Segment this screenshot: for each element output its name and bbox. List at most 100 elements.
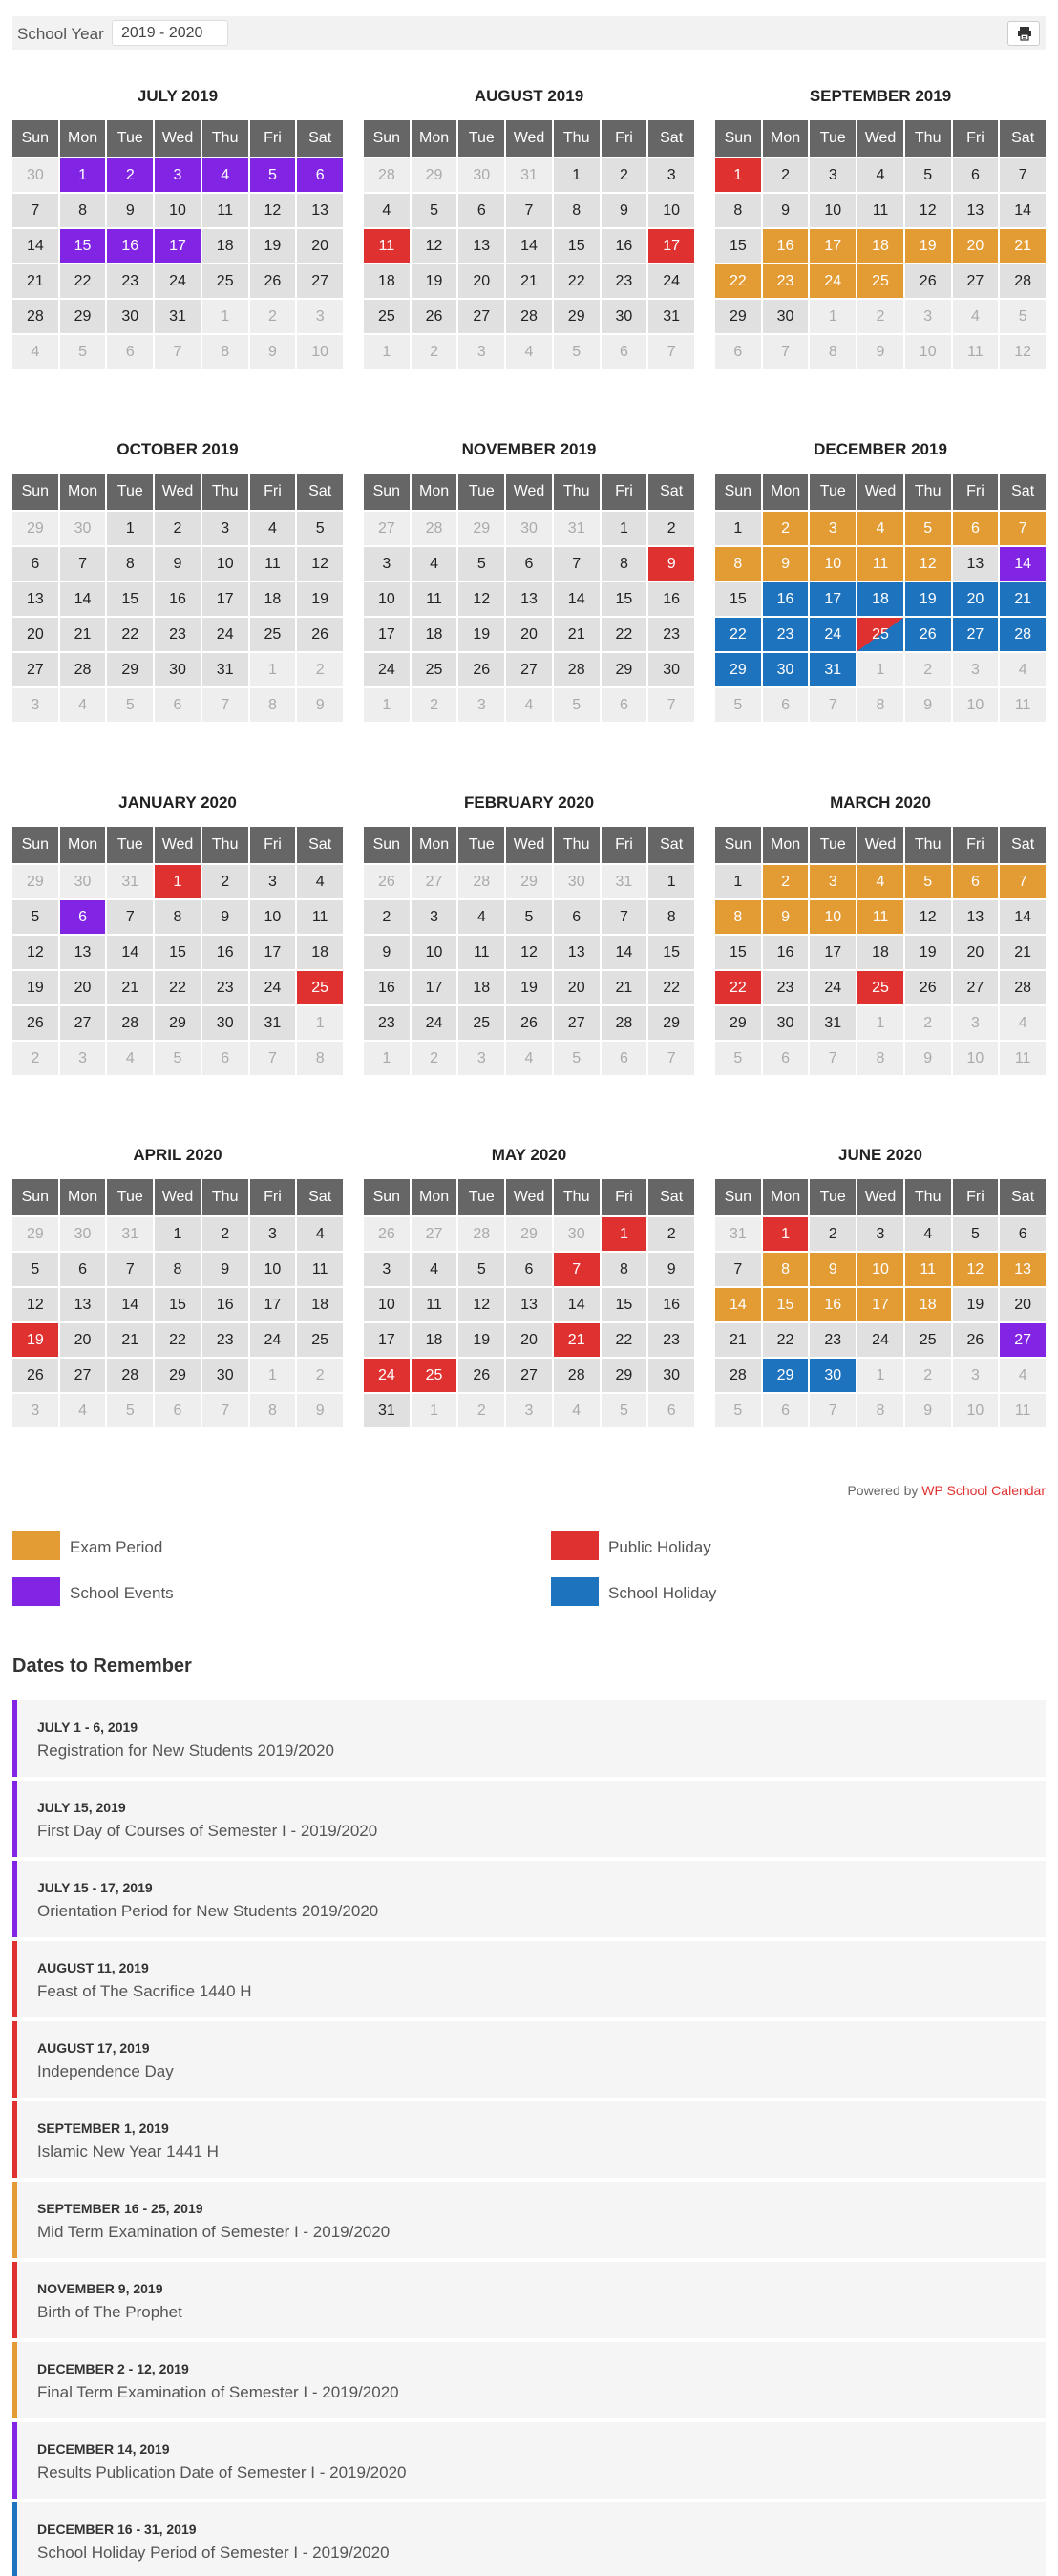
calendar-day-outside: 3: [12, 1394, 58, 1427]
calendar-day-outside: 9: [904, 1394, 951, 1427]
calendar-day: 17: [155, 229, 201, 263]
calendar-day: 14: [601, 936, 647, 969]
calendar-day-outside: 7: [762, 335, 809, 369]
calendar-day-outside: 8: [857, 1042, 903, 1075]
calendar-day-outside: 29: [506, 865, 552, 898]
calendar-day: 11: [364, 229, 410, 263]
calendar-day: 5: [904, 865, 951, 898]
calendar-day: 10: [810, 194, 857, 227]
calendar-day: 22: [553, 264, 600, 298]
calendar-day: 22: [155, 1323, 201, 1357]
calendar-day: 8: [601, 1253, 647, 1286]
calendar-day: 28: [601, 1006, 647, 1040]
calendar-day: 8: [762, 1253, 809, 1286]
weekday-header: Tue: [458, 474, 505, 510]
calendar-day: 4: [857, 158, 903, 192]
calendar-day: 13: [952, 547, 999, 581]
calendar-day: 27: [59, 1359, 106, 1392]
weekday-header: Thu: [201, 120, 248, 157]
calendar-day: 3: [411, 900, 457, 934]
print-button[interactable]: [1007, 21, 1040, 46]
calendar-day: 29: [601, 1359, 647, 1392]
month-grid: Sun Mon Tue Wed Thu Fri Sat 29 30 1 2 3 4 5 6 7 8 9 10 11 12…: [12, 474, 343, 722]
calendar-day: 21: [59, 618, 106, 651]
legend-label-exam: Exam Period: [70, 1538, 163, 1556]
calendar-day-outside: 3: [458, 335, 505, 369]
calendar-day-outside: 8: [810, 335, 857, 369]
calendar-day: 8: [715, 194, 761, 227]
calendar-day: 22: [59, 264, 106, 298]
date-item-text: First Day of Courses of Semester I - 201…: [37, 1822, 378, 1840]
calendar-day: 23: [648, 618, 694, 651]
calendar-day-outside: 28: [411, 512, 457, 545]
calendar-day: 13: [59, 1288, 106, 1321]
calendar-day: 22: [601, 618, 647, 651]
powered-by-link[interactable]: WP School Calendar: [921, 1483, 1046, 1498]
calendar-day: 20: [952, 229, 999, 263]
weekday-header: Sun: [715, 120, 761, 157]
calendar-day-outside: 3: [59, 1042, 106, 1075]
legend-label-school-events: School Events: [70, 1584, 174, 1602]
calendar-day: 16: [648, 1288, 694, 1321]
calendar-day: 19: [952, 1288, 999, 1321]
month-calendar: DECEMBER 2019 Sun Mon Tue Wed Thu Fri Sat 1 2 3 4 5 6…: [715, 437, 1046, 722]
calendar-day: 2: [155, 512, 201, 545]
calendar-day-outside: 9: [297, 688, 343, 722]
calendar-day: 4: [458, 900, 505, 934]
calendar-day: 10: [857, 1253, 903, 1286]
weekday-header: Wed: [506, 827, 552, 863]
calendar-day: 23: [364, 1006, 410, 1040]
calendar-day: 11: [857, 194, 903, 227]
calendar-day-outside: 31: [601, 865, 647, 898]
calendar-day: 11: [201, 194, 248, 227]
calendar-day-outside: 5: [601, 1394, 647, 1427]
calendar-day: 4: [249, 512, 296, 545]
month-calendar: AUGUST 2019 Sun Mon Tue Wed Thu Fri Sat 28 29 30 31…: [364, 84, 694, 369]
dates-to-remember-list: JULY 1 - 6, 2019 Registration for New Stu…: [12, 1700, 1046, 2576]
month-title: OCTOBER 2019: [116, 440, 239, 458]
calendar-day: 18: [364, 264, 410, 298]
calendar-day: 15: [155, 1288, 201, 1321]
weekday-header: Sun: [364, 120, 410, 157]
calendar-day: 12: [12, 1288, 58, 1321]
calendar-day-outside: 3: [506, 1394, 552, 1427]
calendar-day-outside: 3: [952, 1006, 999, 1040]
calendar-day: 4: [857, 512, 903, 545]
calendar-day: 1: [715, 865, 761, 898]
calendar-day-outside: 1: [249, 1359, 296, 1392]
calendar-day: 24: [810, 618, 857, 651]
date-item-text: School Holiday Period of Semester I - 20…: [37, 2544, 390, 2562]
calendar-day: 8: [715, 900, 761, 934]
calendar-day-outside: 9: [297, 1394, 343, 1427]
month-grid: Sun Mon Tue Wed Thu Fri Sat 31 1 2 3 4 5 6 7 8 9 10 11 12 13…: [715, 1179, 1046, 1427]
calendar-day: 19: [411, 264, 457, 298]
calendar-day: 29: [155, 1006, 201, 1040]
school-year-label: School Year: [17, 25, 104, 43]
calendar-day: 30: [762, 300, 809, 333]
calendar-day: 28: [1000, 618, 1046, 651]
school-year-select[interactable]: 2019 - 2020: [112, 20, 228, 46]
weekday-header: Mon: [59, 120, 106, 157]
weekday-header: Wed: [506, 120, 552, 157]
calendar-day: 29: [762, 1359, 809, 1392]
calendar-day: 5: [506, 900, 552, 934]
calendar-day-outside: 4: [506, 335, 552, 369]
calendar-day-outside: 7: [249, 1042, 296, 1075]
calendar-day-outside: 4: [506, 688, 552, 722]
calendar-day: 26: [297, 618, 343, 651]
calendar-day-outside: 8: [249, 688, 296, 722]
calendar-day: 29: [715, 653, 761, 686]
weekday-header: Wed: [155, 1179, 201, 1215]
calendar-day: 14: [553, 1288, 600, 1321]
weekday-header: Tue: [458, 120, 505, 157]
date-item: DECEMBER 14, 2019 Results Publication Dat…: [12, 2422, 1046, 2499]
calendar-day-outside: 7: [810, 1394, 857, 1427]
calendar-day: 27: [952, 264, 999, 298]
calendar-day-outside: 1: [411, 1394, 457, 1427]
calendar-day-outside: 30: [458, 158, 505, 192]
calendar-day: 6: [506, 1253, 552, 1286]
calendar-day: 5: [297, 512, 343, 545]
weekday-header: Wed: [506, 474, 552, 510]
calendar-day: 28: [107, 1359, 154, 1392]
weekday-header: Fri: [952, 474, 999, 510]
